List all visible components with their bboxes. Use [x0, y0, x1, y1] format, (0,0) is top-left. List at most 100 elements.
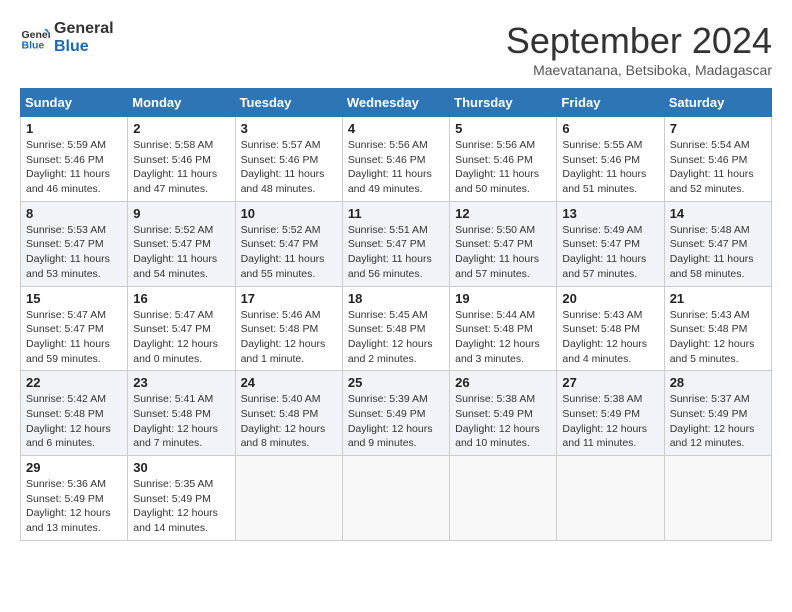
calendar-cell: 19Sunrise: 5:44 AMSunset: 5:48 PMDayligh… — [450, 286, 557, 371]
calendar-cell: 25 Sunrise: 5:39 AMSunset: 5:49 PMDayligh… — [342, 371, 449, 456]
calendar-cell: 15Sunrise: 5:47 AMSunset: 5:47 PMDayligh… — [21, 286, 128, 371]
calendar-cell: 30 Sunrise: 5:35 AMSunset: 5:49 PMDayligh… — [128, 456, 235, 541]
header-sunday: Sunday — [21, 89, 128, 117]
day-number: 9 — [133, 206, 229, 221]
day-info: Sunrise: 5:46 AMSunset: 5:48 PMDaylight:… — [241, 308, 337, 367]
calendar-cell: 23 Sunrise: 5:41 AMSunset: 5:48 PMDayligh… — [128, 371, 235, 456]
day-info: Sunrise: 5:52 AMSunset: 5:47 PMDaylight:… — [241, 223, 337, 282]
day-number: 17 — [241, 291, 337, 306]
calendar-cell: 7Sunrise: 5:54 AMSunset: 5:46 PMDaylight… — [664, 117, 771, 202]
logo-text-general: General — [54, 20, 114, 38]
day-number: 1 — [26, 121, 122, 136]
day-info: Sunrise: 5:55 AMSunset: 5:46 PMDaylight:… — [562, 138, 658, 197]
calendar-cell: 21 Sunrise: 5:43 AMSunset: 5:48 PMDayligh… — [664, 286, 771, 371]
calendar-cell: 27 Sunrise: 5:38 AMSunset: 5:49 PMDayligh… — [557, 371, 664, 456]
day-info: Sunrise: 5:37 AMSunset: 5:49 PMDaylight:… — [670, 392, 766, 451]
calendar-cell — [557, 456, 664, 541]
day-info: Sunrise: 5:57 AMSunset: 5:46 PMDaylight:… — [241, 138, 337, 197]
logo: General Blue General Blue — [20, 20, 114, 55]
calendar-cell — [450, 456, 557, 541]
header-tuesday: Tuesday — [235, 89, 342, 117]
calendar-cell: 29Sunrise: 5:36 AMSunset: 5:49 PMDayligh… — [21, 456, 128, 541]
calendar-week-1: 1 Sunrise: 5:59 AMSunset: 5:46 PMDaylight… — [21, 117, 772, 202]
calendar-cell: 9 Sunrise: 5:52 AMSunset: 5:47 PMDaylight… — [128, 201, 235, 286]
day-info: Sunrise: 5:59 AMSunset: 5:46 PMDaylight:… — [26, 138, 122, 197]
day-info: Sunrise: 5:43 AMSunset: 5:48 PMDaylight:… — [670, 308, 766, 367]
day-number: 10 — [241, 206, 337, 221]
day-info: Sunrise: 5:48 AMSunset: 5:47 PMDaylight:… — [670, 223, 766, 282]
day-number: 22 — [26, 375, 122, 390]
header-saturday: Saturday — [664, 89, 771, 117]
calendar-cell: 26 Sunrise: 5:38 AMSunset: 5:49 PMDayligh… — [450, 371, 557, 456]
day-number: 8 — [26, 206, 122, 221]
header-thursday: Thursday — [450, 89, 557, 117]
calendar-header-row: SundayMondayTuesdayWednesdayThursdayFrid… — [21, 89, 772, 117]
day-number: 19 — [455, 291, 551, 306]
calendar-cell: 24Sunrise: 5:40 AMSunset: 5:48 PMDayligh… — [235, 371, 342, 456]
day-number: 18 — [348, 291, 444, 306]
calendar-cell: 5 Sunrise: 5:56 AMSunset: 5:46 PMDaylight… — [450, 117, 557, 202]
day-info: Sunrise: 5:35 AMSunset: 5:49 PMDaylight:… — [133, 477, 229, 536]
day-number: 30 — [133, 460, 229, 475]
svg-text:Blue: Blue — [22, 39, 45, 51]
calendar-cell: 12 Sunrise: 5:50 AMSunset: 5:47 PMDayligh… — [450, 201, 557, 286]
calendar-cell: 13 Sunrise: 5:49 AMSunset: 5:47 PMDayligh… — [557, 201, 664, 286]
calendar-cell: 8Sunrise: 5:53 AMSunset: 5:47 PMDaylight… — [21, 201, 128, 286]
day-number: 25 — [348, 375, 444, 390]
day-info: Sunrise: 5:43 AMSunset: 5:48 PMDaylight:… — [562, 308, 658, 367]
calendar-cell: 1 Sunrise: 5:59 AMSunset: 5:46 PMDaylight… — [21, 117, 128, 202]
header-monday: Monday — [128, 89, 235, 117]
day-info: Sunrise: 5:38 AMSunset: 5:49 PMDaylight:… — [455, 392, 551, 451]
day-number: 11 — [348, 206, 444, 221]
day-info: Sunrise: 5:38 AMSunset: 5:49 PMDaylight:… — [562, 392, 658, 451]
calendar-week-4: 22 Sunrise: 5:42 AMSunset: 5:48 PMDayligh… — [21, 371, 772, 456]
calendar-week-5: 29Sunrise: 5:36 AMSunset: 5:49 PMDayligh… — [21, 456, 772, 541]
day-number: 4 — [348, 121, 444, 136]
calendar-cell: 11Sunrise: 5:51 AMSunset: 5:47 PMDayligh… — [342, 201, 449, 286]
location: Maevatanana, Betsiboka, Madagascar — [506, 62, 772, 78]
calendar-cell — [235, 456, 342, 541]
day-number: 26 — [455, 375, 551, 390]
day-number: 13 — [562, 206, 658, 221]
calendar-cell — [664, 456, 771, 541]
day-number: 3 — [241, 121, 337, 136]
day-info: Sunrise: 5:39 AMSunset: 5:49 PMDaylight:… — [348, 392, 444, 451]
day-number: 2 — [133, 121, 229, 136]
day-number: 12 — [455, 206, 551, 221]
calendar-cell: 3 Sunrise: 5:57 AMSunset: 5:46 PMDaylight… — [235, 117, 342, 202]
calendar-table: SundayMondayTuesdayWednesdayThursdayFrid… — [20, 88, 772, 541]
day-number: 23 — [133, 375, 229, 390]
title-area: September 2024 Maevatanana, Betsiboka, M… — [506, 20, 772, 78]
calendar-cell: 28Sunrise: 5:37 AMSunset: 5:49 PMDayligh… — [664, 371, 771, 456]
day-number: 24 — [241, 375, 337, 390]
day-number: 21 — [670, 291, 766, 306]
day-info: Sunrise: 5:56 AMSunset: 5:46 PMDaylight:… — [455, 138, 551, 197]
month-title: September 2024 — [506, 20, 772, 62]
calendar-cell: 4 Sunrise: 5:56 AMSunset: 5:46 PMDaylight… — [342, 117, 449, 202]
day-info: Sunrise: 5:49 AMSunset: 5:47 PMDaylight:… — [562, 223, 658, 282]
calendar-cell: 17 Sunrise: 5:46 AMSunset: 5:48 PMDayligh… — [235, 286, 342, 371]
day-info: Sunrise: 5:47 AMSunset: 5:47 PMDaylight:… — [26, 308, 122, 367]
page-header: General Blue General Blue September 2024… — [20, 20, 772, 78]
calendar-cell: 2 Sunrise: 5:58 AMSunset: 5:46 PMDaylight… — [128, 117, 235, 202]
day-info: Sunrise: 5:50 AMSunset: 5:47 PMDaylight:… — [455, 223, 551, 282]
day-info: Sunrise: 5:41 AMSunset: 5:48 PMDaylight:… — [133, 392, 229, 451]
day-number: 29 — [26, 460, 122, 475]
calendar-cell: 14 Sunrise: 5:48 AMSunset: 5:47 PMDayligh… — [664, 201, 771, 286]
day-number: 5 — [455, 121, 551, 136]
calendar-week-3: 15Sunrise: 5:47 AMSunset: 5:47 PMDayligh… — [21, 286, 772, 371]
day-info: Sunrise: 5:42 AMSunset: 5:48 PMDaylight:… — [26, 392, 122, 451]
day-number: 16 — [133, 291, 229, 306]
day-number: 6 — [562, 121, 658, 136]
calendar-cell: 22 Sunrise: 5:42 AMSunset: 5:48 PMDayligh… — [21, 371, 128, 456]
calendar-cell: 6 Sunrise: 5:55 AMSunset: 5:46 PMDaylight… — [557, 117, 664, 202]
header-wednesday: Wednesday — [342, 89, 449, 117]
day-info: Sunrise: 5:56 AMSunset: 5:46 PMDaylight:… — [348, 138, 444, 197]
calendar-cell: 10 Sunrise: 5:52 AMSunset: 5:47 PMDayligh… — [235, 201, 342, 286]
calendar-cell: 20 Sunrise: 5:43 AMSunset: 5:48 PMDayligh… — [557, 286, 664, 371]
day-number: 14 — [670, 206, 766, 221]
day-info: Sunrise: 5:52 AMSunset: 5:47 PMDaylight:… — [133, 223, 229, 282]
day-number: 27 — [562, 375, 658, 390]
day-number: 20 — [562, 291, 658, 306]
day-info: Sunrise: 5:58 AMSunset: 5:46 PMDaylight:… — [133, 138, 229, 197]
